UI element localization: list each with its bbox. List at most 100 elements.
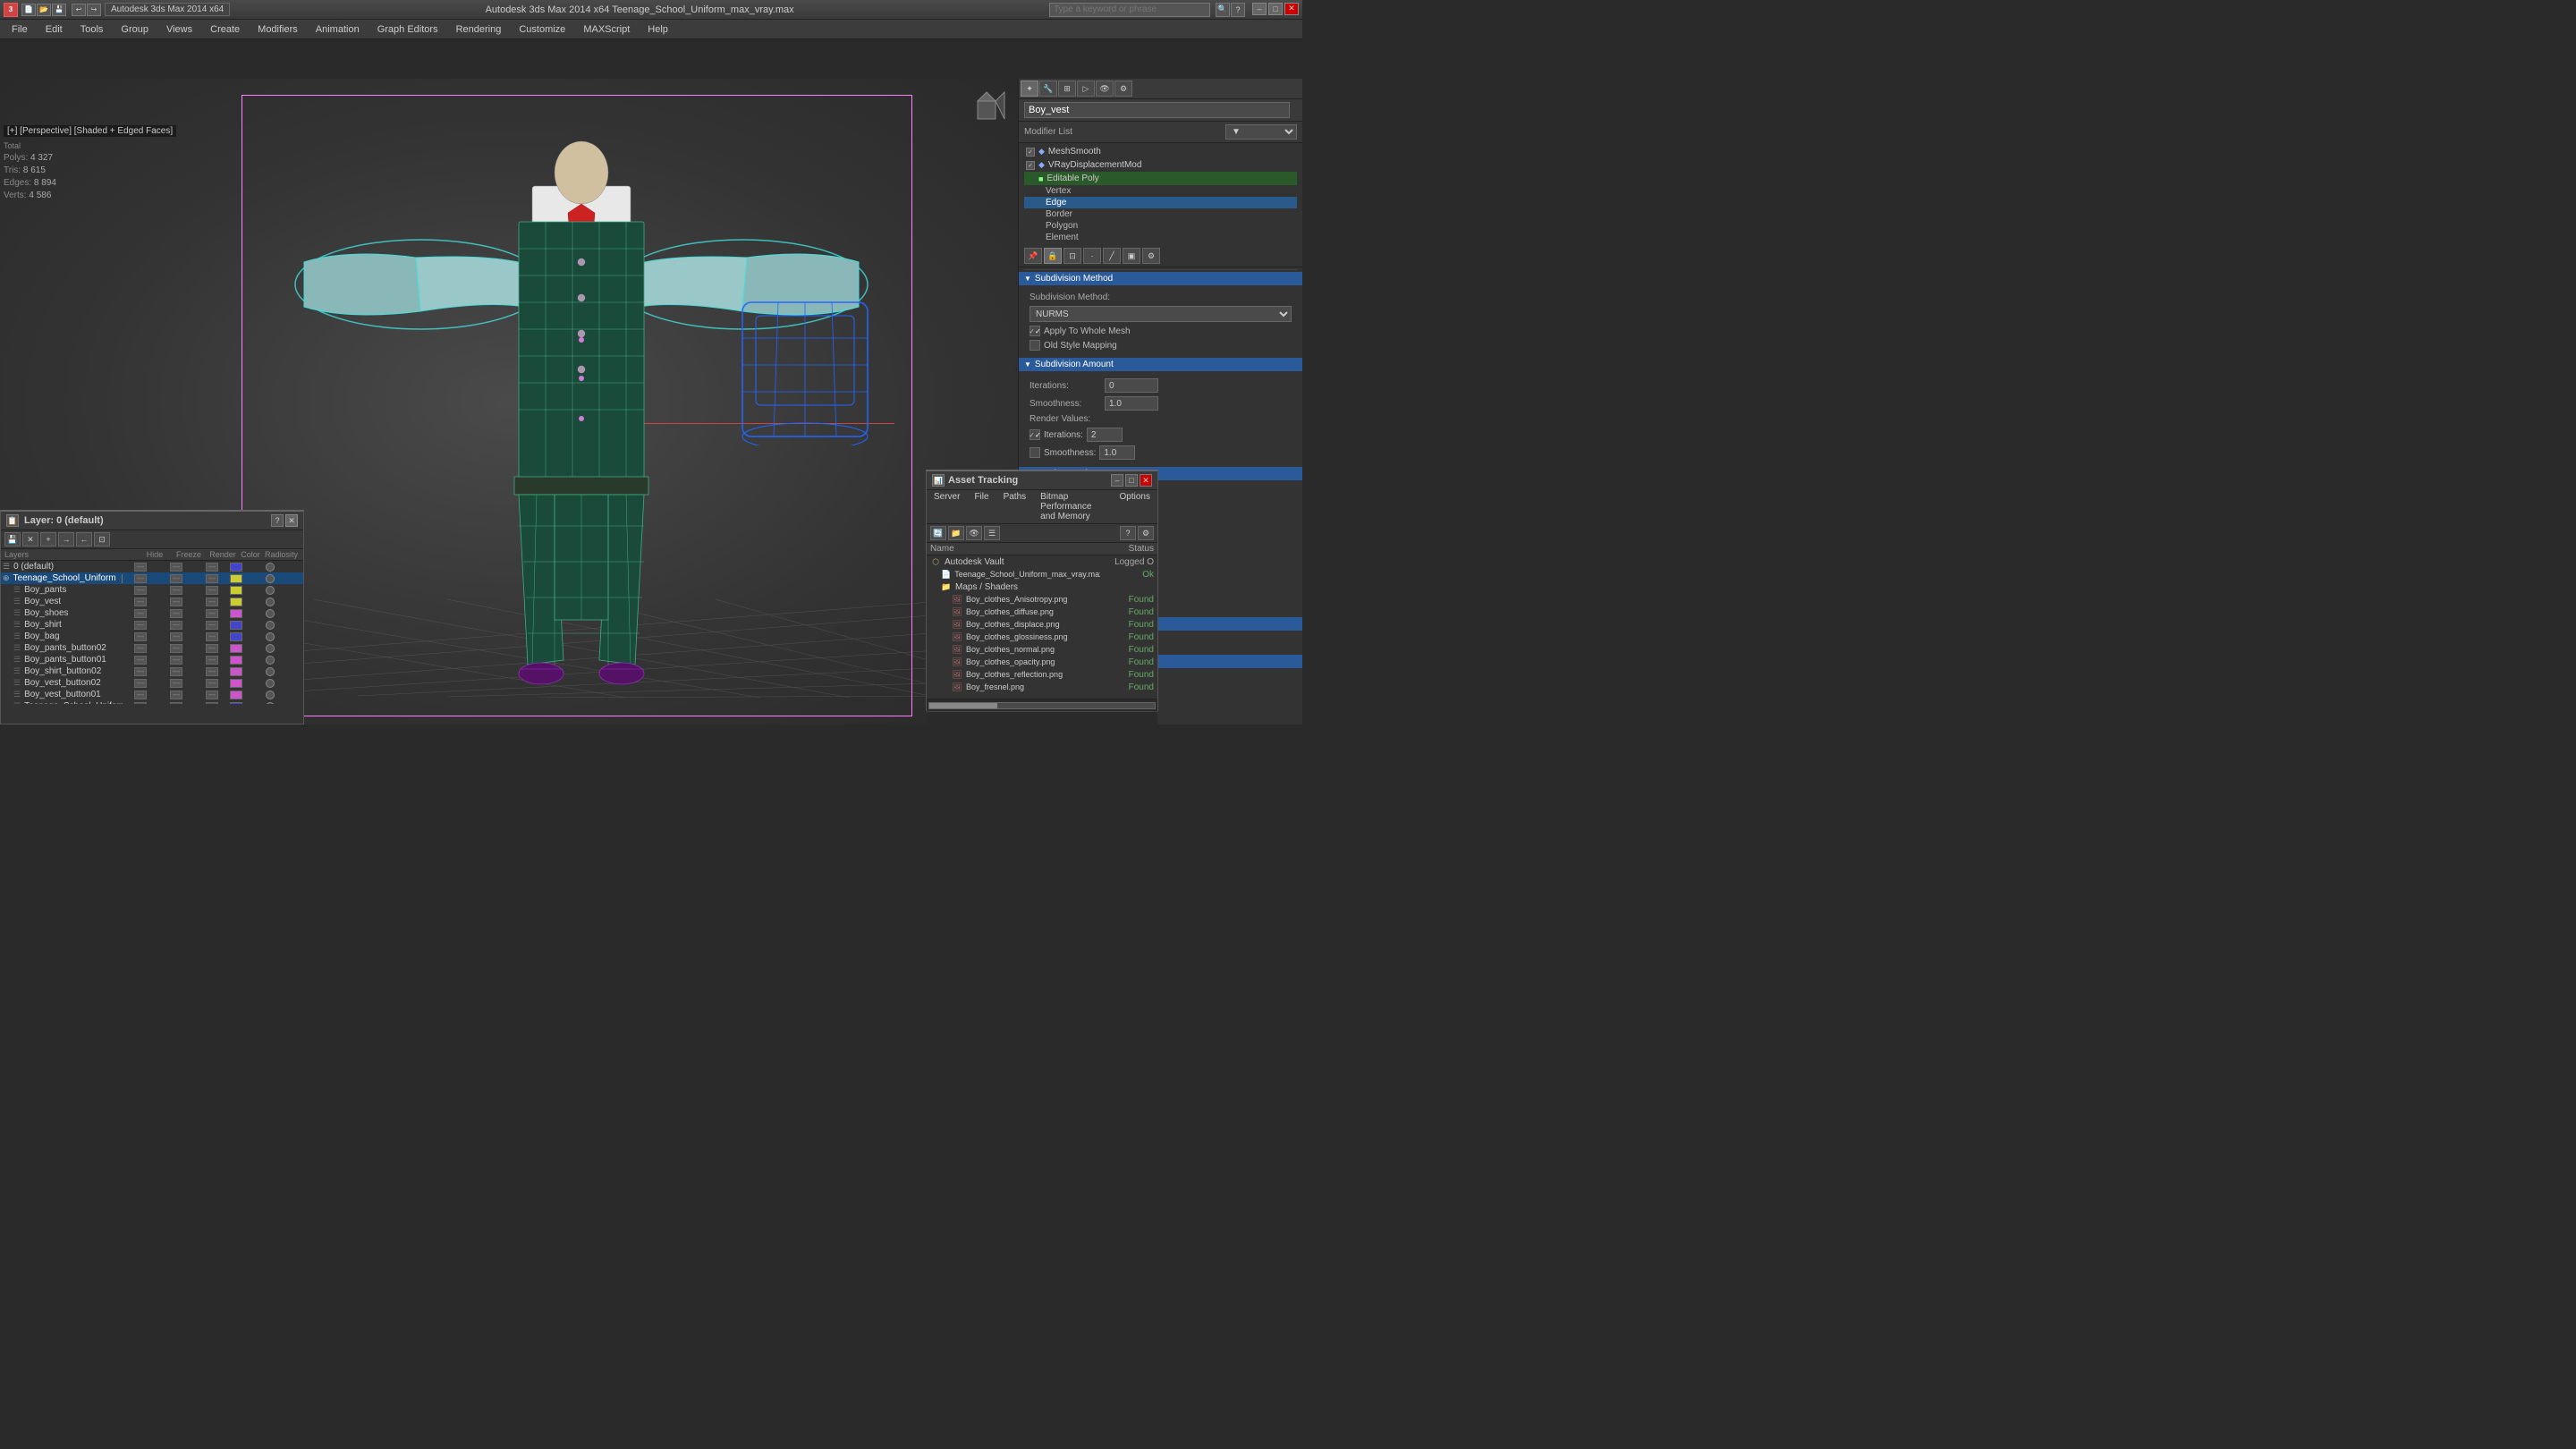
menu-file[interactable]: File <box>4 21 36 38</box>
layer-row-teenage[interactable]: ⊕ Teenage_School_Uniform ✓ — — — <box>1 572 303 584</box>
menu-group[interactable]: Group <box>113 21 157 38</box>
layer-radio-default[interactable] <box>266 563 301 572</box>
menu-modifiers[interactable]: Modifiers <box>250 21 306 38</box>
asset-tool-view[interactable]: 👁 <box>966 526 982 540</box>
sub-border[interactable]: Border <box>1024 208 1297 220</box>
menu-maxscript[interactable]: MAXScript <box>575 21 638 38</box>
panel-modify-icon[interactable]: 🔧 <box>1039 80 1057 97</box>
sub-element[interactable]: Element <box>1024 232 1297 243</box>
help-btn[interactable]: ? <box>1231 3 1245 17</box>
asset-tool-refresh[interactable]: 🔄 <box>930 526 946 540</box>
layer-hide-default[interactable]: — <box>123 562 158 572</box>
asset-minimize-btn[interactable]: – <box>1111 474 1123 487</box>
render-iter-input[interactable] <box>1087 428 1123 442</box>
panel-create-icon[interactable]: ✦ <box>1021 80 1038 97</box>
layer-freeze-teenage[interactable]: — <box>158 573 194 583</box>
asset-tool-path[interactable]: 📁 <box>948 526 964 540</box>
layer-row-teenage2[interactable]: ☰ Teenage_School_Uniform — — — <box>1 700 303 704</box>
layer-row-bag[interactable]: ☰ Boy_bag — — — <box>1 631 303 642</box>
asset-scrollbar-thumb[interactable] <box>929 703 997 708</box>
menu-customize[interactable]: Customize <box>511 21 573 38</box>
smooth-input[interactable] <box>1105 396 1158 411</box>
menu-views[interactable]: Views <box>158 21 200 38</box>
layers-add-tool[interactable]: + <box>40 532 56 547</box>
subdivision-method-header[interactable]: ▼ Subdivision Method <box>1019 272 1302 285</box>
layer-row-vest[interactable]: ☰ Boy_vest — — — <box>1 596 303 607</box>
mod-meshsmooth[interactable]: ✓ ◆ MeshSmooth <box>1024 145 1297 158</box>
menu-graph-editors[interactable]: Graph Editors <box>369 21 446 38</box>
modifier-list-dropdown[interactable]: ▼ <box>1225 124 1297 140</box>
toolbar-redo[interactable]: ↪ <box>87 4 101 16</box>
maximize-btn[interactable]: □ <box>1268 3 1283 15</box>
asset-row-normal[interactable]: 🖼 Boy_clothes_normal.png Found <box>927 643 1157 656</box>
panel-face-icon[interactable]: ▣ <box>1123 248 1140 264</box>
layer-row-pants[interactable]: ☰ Boy_pants — — — <box>1 584 303 596</box>
asset-row-vault[interactable]: ⬡ Autodesk Vault Logged O <box>927 555 1157 568</box>
render-smooth-check[interactable] <box>1030 447 1040 458</box>
search-input[interactable] <box>1049 3 1210 17</box>
asset-row-fresnel[interactable]: 🖼 Boy_fresnel.png Found <box>927 681 1157 693</box>
sub-edge[interactable]: Edge <box>1024 197 1297 208</box>
object-name-input[interactable] <box>1024 102 1290 118</box>
layer-freeze-default[interactable]: — <box>158 562 194 572</box>
layers-select-tool[interactable]: ⊡ <box>94 532 110 547</box>
layer-row-pants-btn01[interactable]: ☰ Boy_pants_button01 — — — <box>1 654 303 665</box>
layer-row-vest-btn01[interactable]: ☰ Boy_vest_button01 — — — <box>1 689 303 700</box>
asset-menu-bitmap[interactable]: Bitmap Performance and Memory <box>1033 490 1112 523</box>
asset-tool-help[interactable]: ? <box>1120 526 1136 540</box>
nav-cube[interactable] <box>964 88 1009 132</box>
render-iter-check[interactable]: ✓ <box>1030 429 1040 440</box>
asset-menu-options[interactable]: Options <box>1113 490 1157 523</box>
layers-close-btn[interactable]: ✕ <box>285 514 298 527</box>
layers-save-tool[interactable]: 💾 <box>4 532 21 547</box>
layer-render-teenage[interactable]: — <box>194 573 230 583</box>
layer-row-vest-btn02[interactable]: ☰ Boy_vest_button02 — — — <box>1 677 303 689</box>
mod-vray[interactable]: ✓ ◆ VRayDisplacementMod <box>1024 158 1297 172</box>
toolbar-new[interactable]: 📄 <box>21 4 36 16</box>
menu-edit[interactable]: Edit <box>38 21 71 38</box>
asset-row-diffuse[interactable]: 🖼 Boy_clothes_diffuse.png Found <box>927 606 1157 618</box>
minimize-btn[interactable]: – <box>1252 3 1267 15</box>
asset-row-reflection[interactable]: 🖼 Boy_clothes_reflection.png Found <box>927 668 1157 681</box>
layers-delete-tool[interactable]: ✕ <box>22 532 38 547</box>
menu-rendering[interactable]: Rendering <box>448 21 510 38</box>
layer-row-shoes[interactable]: ☰ Boy_shoes — — — <box>1 607 303 619</box>
toolbar-undo[interactable]: ↩ <box>72 4 86 16</box>
workspace-dropdown[interactable]: Autodesk 3ds Max 2014 x64 <box>105 3 230 16</box>
asset-tool-settings[interactable]: ⚙ <box>1138 526 1154 540</box>
mod-meshsmooth-checkbox[interactable]: ✓ <box>1026 148 1035 157</box>
toolbar-open[interactable]: 📂 <box>37 4 51 16</box>
asset-menu-paths[interactable]: Paths <box>996 490 1034 523</box>
panel-display-icon[interactable]: 👁 <box>1096 80 1114 97</box>
asset-menu-file[interactable]: File <box>967 490 996 523</box>
layer-color-teenage[interactable] <box>230 574 266 583</box>
menu-tools[interactable]: Tools <box>72 21 112 38</box>
panel-settings2[interactable]: ⚙ <box>1142 248 1160 264</box>
layer-row-pants-btn02[interactable]: ☰ Boy_pants_button02 — — — <box>1 642 303 654</box>
asset-restore-btn[interactable]: □ <box>1125 474 1138 487</box>
asset-row-displace[interactable]: 🖼 Boy_clothes_displace.png Found <box>927 618 1157 631</box>
asset-row-maxfile[interactable]: 📄 Teenage_School_Uniform_max_vray.max Ok <box>927 568 1157 580</box>
subdivision-amount-header[interactable]: ▼ Subdivision Amount <box>1019 358 1302 371</box>
apply-whole-checkbox[interactable]: ✓ <box>1030 326 1040 336</box>
layer-hide-teenage[interactable]: — <box>123 573 158 583</box>
asset-close-btn[interactable]: ✕ <box>1140 474 1152 487</box>
iter-input[interactable] <box>1105 378 1158 393</box>
layers-indent-tool[interactable]: → <box>58 532 74 547</box>
sub-polygon[interactable]: Polygon <box>1024 220 1297 232</box>
subdiv-method-select[interactable]: NURMS <box>1030 306 1292 322</box>
toolbar-save[interactable]: 💾 <box>52 4 66 16</box>
close-btn[interactable]: ✕ <box>1284 3 1299 15</box>
panel-pin-icon[interactable]: 📌 <box>1024 248 1042 264</box>
asset-scrollbar[interactable] <box>927 699 1157 711</box>
menu-help[interactable]: Help <box>640 21 676 38</box>
asset-tool-list[interactable]: ☰ <box>984 526 1000 540</box>
old-style-checkbox[interactable] <box>1030 340 1040 351</box>
sub-vertex[interactable]: Vertex <box>1024 185 1297 197</box>
layer-render-default[interactable]: — <box>194 562 230 572</box>
search-btn[interactable]: 🔍 <box>1216 3 1230 17</box>
panel-lock-icon[interactable]: 🔒 <box>1044 248 1062 264</box>
panel-motion-icon[interactable]: ▷ <box>1077 80 1095 97</box>
panel-utilities-icon[interactable]: ⚙ <box>1114 80 1132 97</box>
asset-row-opacity[interactable]: 🖼 Boy_clothes_opacity.png Found <box>927 656 1157 668</box>
